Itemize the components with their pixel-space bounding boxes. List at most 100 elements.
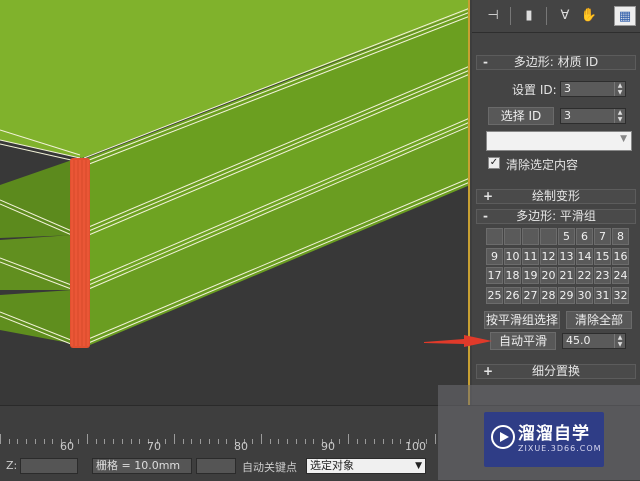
ruler-tick xyxy=(87,434,88,444)
watermark-brand: 溜溜自学 xyxy=(518,424,590,444)
smoothing-group-button[interactable]: 29 xyxy=(558,286,575,304)
watermark-logo: 溜溜自学 ZIXUE.3D66.COM xyxy=(484,412,604,467)
smoothing-group-button[interactable]: 28 xyxy=(540,286,557,304)
auto-smooth-threshold-spinner[interactable]: 45.0 ▲ ▼ xyxy=(562,333,626,349)
smoothing-group-button[interactable] xyxy=(486,228,503,245)
ruler-tick xyxy=(261,434,262,444)
paint-deformation-rollout-title: 绘制变形 xyxy=(531,189,580,203)
paint-deformation-rollout-header[interactable]: + 绘制变形 xyxy=(476,189,636,204)
perspective-viewport[interactable] xyxy=(0,0,470,405)
smoothing-group-button[interactable] xyxy=(540,228,557,245)
spinner-arrows-icon[interactable]: ▲ ▼ xyxy=(614,334,625,348)
select-by-sg-button[interactable]: 按平滑组选择 xyxy=(484,311,560,329)
watermark-overlay: 溜溜自学 ZIXUE.3D66.COM xyxy=(438,385,640,480)
smoothing-group-button[interactable]: 7 xyxy=(594,228,611,245)
ruler-tick xyxy=(365,439,367,444)
smoothing-group-button[interactable]: 32 xyxy=(612,286,629,304)
toolbar-divider xyxy=(510,7,511,25)
ruler-tick xyxy=(304,439,306,444)
smoothing-group-button[interactable]: 27 xyxy=(522,286,539,304)
smoothing-group-button[interactable]: 20 xyxy=(540,267,557,284)
slab-top-front xyxy=(0,160,76,238)
smoothing-group-button[interactable]: 30 xyxy=(576,286,593,304)
coord-z-label: Z: xyxy=(6,459,18,472)
configure-modifier-sets-icon[interactable]: ▦ xyxy=(614,6,636,26)
subdivision-displacement-rollout-header[interactable]: + 细分置换 xyxy=(476,364,636,379)
material-id-rollout-header[interactable]: - 多边形: 材质 ID xyxy=(476,55,636,70)
ruler-tick xyxy=(174,434,175,444)
smoothing-group-button[interactable]: 26 xyxy=(504,286,521,304)
spinner-arrows-icon[interactable]: ▲ ▼ xyxy=(614,109,625,123)
smoothing-group-button[interactable] xyxy=(504,228,521,245)
smoothing-group-button[interactable]: 9 xyxy=(486,247,503,265)
select-id-button[interactable]: 选择 ID xyxy=(488,107,554,125)
smoothing-group-button[interactable]: 31 xyxy=(594,286,611,304)
smoothing-group-button[interactable]: 13 xyxy=(558,247,575,265)
smoothing-group-button[interactable]: 17 xyxy=(486,267,503,284)
smoothing-group-button[interactable]: 8 xyxy=(612,228,629,245)
set-id-spinner[interactable]: 3 ▲ ▼ xyxy=(560,81,626,97)
ruler-tick xyxy=(104,439,106,444)
smoothing-group-button[interactable]: 15 xyxy=(594,247,611,265)
smoothing-group-button[interactable]: 6 xyxy=(576,228,593,245)
ruler-tick-label: 60 xyxy=(60,440,74,453)
smoothing-group-button[interactable]: 16 xyxy=(612,247,629,265)
modifier-toolbar: ⊣ ▮ ∀ ✋ ▦ xyxy=(472,0,640,33)
command-panel: ⊣ ▮ ∀ ✋ ▦ - 多边形: 材质 ID 设置 ID: 3 ▲ ▼ 选择 ID… xyxy=(472,0,640,405)
ruler-tick xyxy=(269,439,271,444)
ruler-tick xyxy=(139,439,141,444)
smoothing-group-button[interactable]: 25 xyxy=(486,286,503,304)
smoothing-group-button[interactable]: 22 xyxy=(576,267,593,284)
smoothing-groups-rollout-header[interactable]: - 多边形: 平滑组 xyxy=(476,209,636,224)
viewport-scene xyxy=(0,0,468,348)
ruler-tick xyxy=(182,439,184,444)
ruler-tick xyxy=(356,439,358,444)
smoothing-group-button[interactable]: 23 xyxy=(594,267,611,284)
smoothing-group-button[interactable]: 5 xyxy=(558,228,575,245)
make-unique-icon[interactable]: ∀ xyxy=(554,6,576,26)
smoothing-group-button[interactable]: 11 xyxy=(522,247,539,265)
smoothing-group-button[interactable]: 12 xyxy=(540,247,557,265)
clear-all-button[interactable]: 清除全部 xyxy=(566,311,632,329)
auto-smooth-button[interactable]: 自动平滑 xyxy=(490,332,556,350)
ruler-tick xyxy=(295,439,297,444)
smoothing-group-button[interactable] xyxy=(522,228,539,245)
ruler-tick xyxy=(26,439,28,444)
ruler-tick xyxy=(121,439,123,444)
auto-key-label[interactable]: 自动关键点 xyxy=(242,459,297,475)
ruler-tick xyxy=(165,439,167,444)
ruler-tick xyxy=(217,439,219,444)
play-logo-icon xyxy=(491,425,515,449)
smoothing-group-button[interactable]: 18 xyxy=(504,267,521,284)
ruler-tick xyxy=(17,439,19,444)
ruler-tick xyxy=(78,439,80,444)
subdivision-displacement-rollout-title: 细分置换 xyxy=(531,364,580,378)
key-filter-dropdown[interactable]: 选定对象 ▼ xyxy=(306,458,426,474)
ruler-tick xyxy=(391,439,393,444)
slab-bottom-front xyxy=(0,290,80,345)
smoothing-group-button[interactable]: 21 xyxy=(558,267,575,284)
ruler-tick xyxy=(278,439,280,444)
clear-selection-checkbox[interactable]: ✓ xyxy=(488,157,500,169)
ruler-tick xyxy=(34,439,36,444)
ruler-tick xyxy=(95,439,97,444)
select-id-spinner[interactable]: 3 ▲ ▼ xyxy=(560,108,626,124)
time-tag-field[interactable] xyxy=(196,458,236,474)
pin-stack-icon[interactable]: ⊣ xyxy=(482,6,504,26)
remove-modifier-icon[interactable]: ✋ xyxy=(578,6,600,26)
show-end-result-icon[interactable]: ▮ xyxy=(518,6,540,26)
coord-z-field[interactable] xyxy=(20,458,78,474)
material-name-dropdown[interactable]: ▼ xyxy=(486,131,632,151)
ruler-tick xyxy=(226,439,228,444)
ruler-tick xyxy=(435,434,436,444)
chevron-down-icon: ▼ xyxy=(620,134,627,144)
ruler-tick xyxy=(200,439,202,444)
smoothing-group-button[interactable]: 19 xyxy=(522,267,539,284)
smoothing-group-button[interactable]: 14 xyxy=(576,247,593,265)
ruler-tick xyxy=(52,439,54,444)
smoothing-group-button[interactable]: 24 xyxy=(612,267,629,284)
spinner-arrows-icon[interactable]: ▲ ▼ xyxy=(614,82,625,96)
smoothing-group-button[interactable]: 10 xyxy=(504,247,521,265)
ruler-tick-label: 80 xyxy=(234,440,248,453)
ruler-tick xyxy=(313,439,315,444)
